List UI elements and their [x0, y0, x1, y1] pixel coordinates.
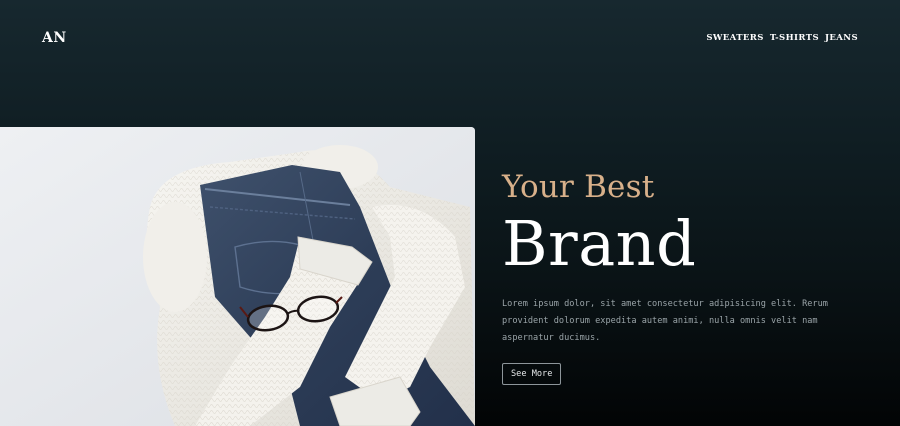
hero-text: Your Best Brand Lorem ipsum dolor, sit a… [502, 168, 862, 385]
nav-link-t-shirts[interactable]: T-SHIRTS [770, 33, 819, 43]
hero-image [0, 127, 475, 426]
clothing-photo-icon [0, 127, 475, 426]
nav-link-jeans[interactable]: JEANS [825, 33, 858, 43]
see-more-button[interactable]: See More [502, 363, 562, 385]
logo[interactable]: AN [42, 30, 67, 46]
hero-tagline: Your Best [502, 169, 655, 205]
hero-description: Lorem ipsum dolor, sit amet consectetur … [502, 299, 828, 343]
navbar: AN SWEATERS T-SHIRTS JEANS [0, 0, 900, 76]
nav-links: SWEATERS T-SHIRTS JEANS [706, 33, 858, 43]
hero-title: Brand [502, 207, 697, 280]
nav-link-sweaters[interactable]: SWEATERS [706, 33, 764, 43]
